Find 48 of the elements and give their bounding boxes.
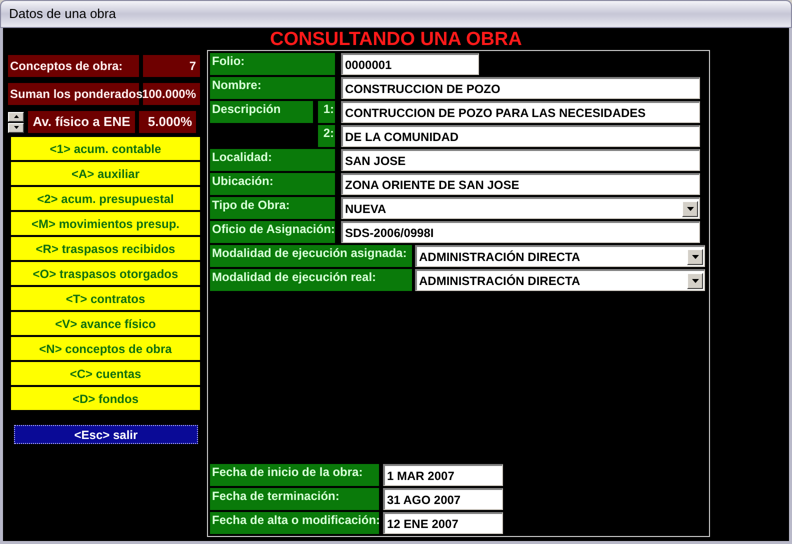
field-label: Localidad:	[210, 149, 335, 171]
field-label: Fecha de alta o modificación:	[210, 512, 379, 534]
menu-button[interactable]: <V> avance físico	[11, 312, 200, 335]
spin-down-icon[interactable]	[8, 122, 24, 132]
menu-button[interactable]: <1> acum. contable	[11, 137, 200, 160]
menu-button[interactable]: <M> movimientos presup.	[11, 212, 200, 235]
field-label: Nombre:	[210, 77, 335, 99]
field-label: Oficio de Asignación:	[210, 221, 335, 243]
input-field[interactable]: SAN JOSE	[341, 149, 700, 171]
input-field[interactable]: DE LA COMUNIDAD	[341, 125, 700, 147]
dropdown-field[interactable]: ADMINISTRACIÓN DIRECTA	[415, 269, 705, 291]
progress-label: Av. físico a ENE	[28, 111, 135, 133]
progress-value: 5.000%	[139, 111, 196, 133]
window-title: Datos de una obra	[9, 5, 116, 24]
field-label: Modalidad de ejecución asignada:	[210, 245, 412, 267]
field-label: Fecha de terminación:	[210, 488, 379, 510]
input-field[interactable]: 0000001	[341, 53, 479, 75]
menu-button[interactable]: <N> conceptos de obra	[11, 337, 200, 360]
input-field[interactable]: 1 MAR 2007	[383, 464, 503, 486]
dropdown-field[interactable]: ADMINISTRACIÓN DIRECTA	[415, 245, 705, 267]
dropdown-field[interactable]: NUEVA	[341, 197, 700, 219]
input-field[interactable]: 31 AGO 2007	[383, 488, 503, 510]
menu-button[interactable]: <O> traspasos otorgados	[11, 262, 200, 285]
summary-label: Conceptos de obra:	[8, 55, 139, 77]
input-field[interactable]: CONSTRUCCION DE POZO	[341, 77, 700, 99]
field-label: Folio:	[210, 53, 335, 75]
field-label: Descripción	[210, 101, 313, 123]
page-heading: CONSULTANDO UNA OBRA	[269, 28, 523, 50]
line-number: 2:	[318, 125, 335, 147]
menu-button[interactable]: <D> fondos	[11, 387, 200, 410]
menu-button[interactable]: <T> contratos	[11, 287, 200, 310]
field-label: Tipo de Obra:	[210, 197, 335, 219]
menu-button[interactable]: <R> traspasos recibidos	[11, 237, 200, 260]
field-label: Ubicación:	[210, 173, 335, 195]
input-field[interactable]: ZONA ORIENTE DE SAN JOSE	[341, 173, 700, 195]
spin-up-icon[interactable]	[8, 112, 24, 122]
summary-value: 7	[143, 55, 200, 77]
field-label: Modalidad de ejecución real:	[210, 269, 412, 291]
menu-button[interactable]: <A> auxiliar	[11, 162, 200, 185]
input-field[interactable]: 12 ENE 2007	[383, 512, 503, 534]
summary-value: 100.000%	[143, 83, 200, 105]
input-field[interactable]: CONTRUCCION DE POZO PARA LAS NECESIDADES	[341, 101, 700, 123]
line-number: 1:	[318, 101, 335, 123]
input-field[interactable]: SDS-2006/0998I	[341, 221, 700, 243]
field-label: Fecha de inicio de la obra:	[210, 464, 379, 486]
menu-button[interactable]: <2> acum. presupuestal	[11, 187, 200, 210]
exit-button[interactable]: <Esc> salir	[14, 425, 198, 444]
menu-button[interactable]: <C> cuentas	[11, 362, 200, 385]
